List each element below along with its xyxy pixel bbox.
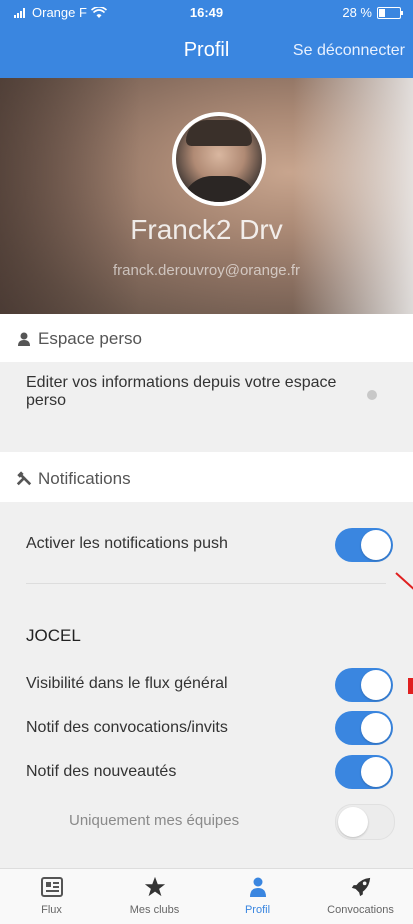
user-icon [16, 331, 32, 347]
logout-button[interactable]: Se déconnecter [293, 42, 405, 60]
section-title: Espace perso [38, 329, 142, 348]
section-title: Notifications [38, 469, 131, 488]
push-notifications-toggle[interactable] [335, 528, 393, 562]
nav-bar: Profil Se déconnecter [0, 24, 413, 78]
tab-mes-clubs[interactable]: Mes clubs [103, 869, 206, 924]
visibility-toggle[interactable] [335, 668, 393, 702]
push-notifications-label: Activer les notifications push [26, 535, 228, 552]
club-setting-label: Notif des convocations/invits [26, 719, 228, 736]
tab-label: Convocations [327, 904, 394, 916]
tab-label: Flux [41, 904, 62, 916]
profile-name: Franck2 Drv [130, 214, 283, 245]
tools-icon [16, 471, 32, 487]
status-bar: Orange F 16:49 28 % [0, 0, 413, 24]
tab-bar: Flux Mes clubs Profil Convocations [0, 868, 413, 924]
rocket-icon [309, 875, 412, 899]
tab-label: Mes clubs [129, 904, 180, 916]
avatar[interactable] [172, 112, 266, 206]
chevron-icon [367, 390, 377, 400]
battery: 28 % [342, 5, 403, 20]
tab-flux[interactable]: Flux [0, 869, 103, 924]
star-icon [103, 875, 206, 899]
person-icon [206, 875, 309, 899]
club-setting-label: Visibilité dans le flux général [26, 675, 228, 692]
battery-percent: 28 % [342, 5, 372, 20]
tab-convocations[interactable]: Convocations [309, 869, 412, 924]
newspaper-icon [0, 875, 103, 899]
club-setting-label: Uniquement mes équipes [69, 812, 240, 829]
tab-profil[interactable]: Profil [206, 869, 309, 924]
profile-email: franck.derouvroy@orange.fr [113, 262, 300, 279]
club-setting-label: Notif des nouveautés [26, 763, 177, 780]
section-notifications: Notifications [0, 456, 413, 502]
annotation-mark [408, 678, 413, 694]
tab-label: Profil [244, 904, 271, 916]
convocations-toggle[interactable] [335, 711, 393, 745]
section-espace-perso: Espace perso [0, 316, 413, 362]
news-toggle[interactable] [335, 755, 393, 789]
club-name: JOCEL [26, 626, 81, 645]
battery-icon [377, 6, 403, 19]
edit-info-label[interactable]: Editer vos informations depuis votre esp… [26, 374, 356, 410]
my-teams-only-toggle[interactable] [335, 804, 395, 840]
divider [26, 583, 386, 584]
